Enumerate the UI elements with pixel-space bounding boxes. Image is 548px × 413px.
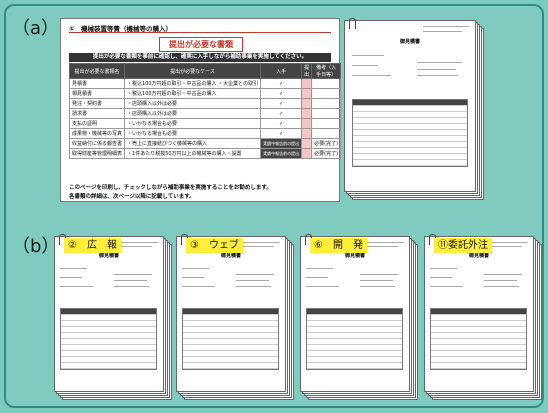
col-notes: 備考（入手日等） <box>311 63 342 79</box>
label-b: （b） <box>12 236 60 257</box>
col-doc-name: 提出が必要な書類名 <box>68 63 126 79</box>
row-submit-cell <box>301 108 313 119</box>
checklist-row: 相見積書 ・税込100万円超の取引・中古品の購入 ✓ <box>68 88 342 99</box>
row-doc-name: 発注・契約書 <box>68 98 126 109</box>
checklist-row: 成果物・機械等の写真 ・いかなる場合も必要 ✓ <box>68 128 342 139</box>
row-doc-name: 請求書 <box>68 108 126 119</box>
estimate-title: 御見積書 <box>344 253 365 259</box>
estimate-title: 御見積書 <box>98 253 119 259</box>
checklist-row: 取得財産等管理明細表 ・1件あたり税抜50万円以上の機械等の購入・設置 実績中報告前… <box>68 148 342 159</box>
row-doc-name: 取得財産等管理明細表 <box>68 148 126 159</box>
row-submit-cell <box>301 78 313 89</box>
estimate-table <box>306 307 404 370</box>
estimate-title: 御見積書 <box>468 253 489 259</box>
estimate-title: 御見積書 <box>399 39 420 45</box>
check-mark-icon[interactable]: ✓ <box>260 108 303 119</box>
estimate-title: 御見積書 <box>220 253 241 259</box>
row-notes <box>311 118 342 129</box>
col-case: 提出が必要なケース <box>124 63 262 79</box>
row-notes <box>311 88 342 99</box>
estimate-table <box>182 307 280 370</box>
category-tag: ② 広 報 <box>64 238 121 253</box>
row-doc-name: 支払の証明 <box>68 118 126 129</box>
row-doc-name: 見積書 <box>68 78 126 89</box>
checklist-row: 発注・契約書 ・店頭購入以外は必要 ✓ <box>68 98 342 109</box>
row-notes <box>311 98 342 109</box>
document-checklist: ① 機械装置等費（機械等の購入） 提出が必要な書類 提出が必要な書類を事前に確認… <box>60 18 342 202</box>
label-a: （a） <box>12 18 60 39</box>
checklist-row: 収益納付に係る報告書 ・売上に直接結びつく機械等の購入 実績中報告前の提出 必要(完了… <box>68 138 342 149</box>
check-mark-icon[interactable]: ✓ <box>260 128 303 139</box>
row-submit-cell <box>301 118 313 129</box>
row-doc-name: 成果物・機械等の写真 <box>68 128 126 139</box>
checklist-row: 請求書 ・店頭購入以外は必要 ✓ <box>68 108 342 119</box>
category-tag: ⑥ 開 発 <box>310 238 367 253</box>
estimate-table <box>430 307 528 370</box>
category-tag: ⑪委託外注 <box>434 238 492 253</box>
row-case: ・税込100万円超の取引・中古品の購入 <box>124 88 262 99</box>
col-get: 入手 <box>260 63 303 79</box>
row-submit-cell <box>301 98 313 109</box>
note-print: このページを印刷し、チェックしながら補助事業を実施することをお勧めします。 <box>69 185 272 191</box>
row-dark-cell[interactable]: 実績中報告前の提出 <box>260 148 303 159</box>
row-case: ・いかなる場合も必要 <box>124 128 262 139</box>
checklist-band: 提出が必要な書類を事前に確認し、確実に入手しながら補助事業を実施してください。 <box>69 53 331 62</box>
check-mark-icon[interactable]: ✓ <box>260 118 303 129</box>
estimate-sheet: 御見積書 <box>300 234 410 392</box>
row-notes <box>311 108 342 119</box>
row-case: ・店頭購入以外は必要 <box>124 98 262 109</box>
check-mark-icon[interactable]: ✓ <box>260 78 303 89</box>
estimate-sheet: 御見積書 <box>54 234 164 392</box>
note-details: 各書類の詳細は、次ページ以降に記載しています。 <box>69 194 195 200</box>
paper-clip-icon <box>349 18 356 29</box>
check-mark-icon[interactable]: ✓ <box>260 88 303 99</box>
checklist-row: 支払の証明 ・いかなる場合も必要 ✓ <box>68 118 342 129</box>
estimate-sheet: 御見積書 <box>424 234 534 392</box>
row-case: ・店頭購入以外は必要 <box>124 108 262 119</box>
row-doc-name: 相見積書 <box>68 88 126 99</box>
row-case: ・いかなる場合も必要 <box>124 118 262 129</box>
row-doc-name: 収益納付に係る報告書 <box>68 138 126 149</box>
row-case: ・売上に直接結びつく機械等の購入 <box>124 138 262 149</box>
checklist-table: 提出が必要な書類名 提出が必要なケース 入手 提出 備考（入手日等） 見積書 ・税… <box>68 63 342 159</box>
divider <box>69 32 331 33</box>
estimate-sheet: 御見積書 <box>176 234 286 392</box>
row-submit-cell <box>301 148 313 159</box>
row-submit-cell <box>301 138 313 149</box>
estimate-sheet: 御見積書 <box>344 18 476 192</box>
checklist-title: 提出が必要な書類 <box>159 37 243 52</box>
row-submit-cell <box>301 88 313 99</box>
check-mark-icon[interactable]: ✓ <box>260 98 303 109</box>
row-notes: 必要(完了) <box>311 138 342 149</box>
row-notes <box>311 78 342 89</box>
row-case: ・1件あたり税抜50万円以上の機械等の購入・設置 <box>124 148 262 159</box>
category-tag: ③ ウェブ <box>186 238 243 253</box>
estimate-table <box>351 99 468 168</box>
row-case: ・税込100万円超の取引・中古品の購入 ・大企業との取引 <box>124 78 262 89</box>
row-notes <box>311 128 342 139</box>
row-notes: 必要(完了) <box>311 148 342 159</box>
col-submit: 提出 <box>301 63 313 79</box>
estimate-table <box>60 307 158 370</box>
checklist-row: 見積書 ・税込100万円超の取引・中古品の購入 ・大企業との取引 ✓ <box>68 78 342 89</box>
row-submit-cell <box>301 128 313 139</box>
row-dark-cell[interactable]: 実績中報告前の提出 <box>260 138 303 149</box>
